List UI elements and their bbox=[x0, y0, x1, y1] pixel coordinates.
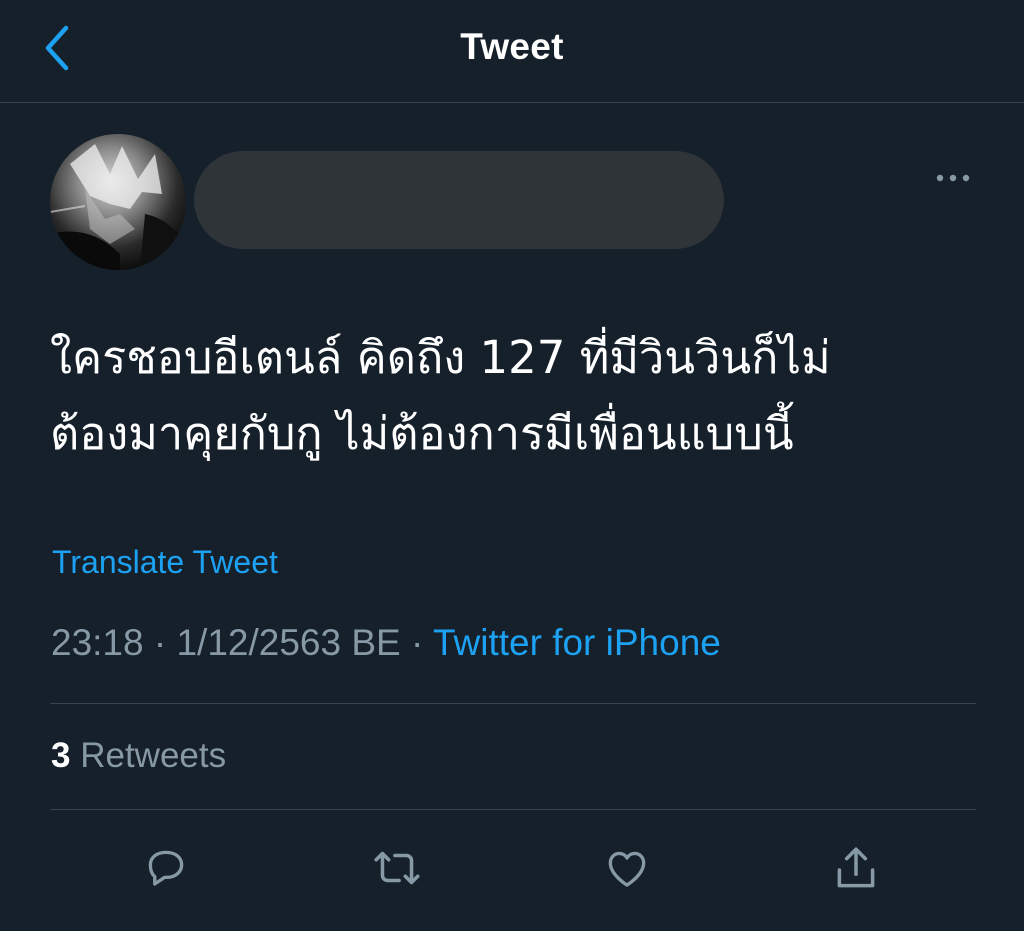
reply-icon bbox=[148, 850, 184, 886]
avatar[interactable] bbox=[50, 134, 186, 270]
meta-separator: · bbox=[400, 622, 433, 663]
avatar-image bbox=[50, 134, 186, 270]
more-horizontal-icon bbox=[936, 174, 970, 182]
tweet-date: 1/12/2563 BE bbox=[176, 622, 401, 663]
retweets-stat[interactable]: 3 Retweets bbox=[51, 736, 226, 776]
tweet-text-line: ต้องมาคุยกับกู ไม่ต้องการมีเพื่อนแบบนี้ bbox=[50, 407, 794, 460]
divider bbox=[50, 703, 976, 704]
page-title: Tweet bbox=[460, 26, 564, 67]
retweet-button[interactable] bbox=[367, 838, 427, 898]
tweet-time: 23:18 bbox=[51, 622, 144, 663]
header-bar: Tweet bbox=[0, 0, 1024, 103]
author-name-redacted bbox=[194, 151, 724, 249]
heart-icon bbox=[608, 851, 646, 887]
retweet-label: Retweets bbox=[80, 736, 227, 775]
more-button[interactable] bbox=[930, 165, 976, 191]
tweet-source-link[interactable]: Twitter for iPhone bbox=[433, 622, 721, 663]
like-button[interactable] bbox=[597, 838, 657, 898]
retweet-icon bbox=[374, 851, 420, 885]
share-icon bbox=[837, 847, 875, 888]
tweet-metadata: 23:18 · 1/12/2563 BE · Twitter for iPhon… bbox=[51, 622, 721, 664]
divider bbox=[50, 809, 976, 810]
tweet-text-line: ใครชอบอีเตนล์ คิดถึง 127 ที่มีวินวินก็ไม… bbox=[50, 331, 831, 384]
retweet-count: 3 bbox=[51, 736, 71, 775]
tweet-text: ใครชอบอีเตนล์ คิดถึง 127 ที่มีวินวินก็ไม… bbox=[50, 320, 980, 472]
share-button[interactable] bbox=[826, 838, 886, 898]
meta-separator: · bbox=[143, 622, 177, 663]
translate-tweet-link[interactable]: Translate Tweet bbox=[52, 544, 278, 581]
reply-button[interactable] bbox=[136, 838, 196, 898]
